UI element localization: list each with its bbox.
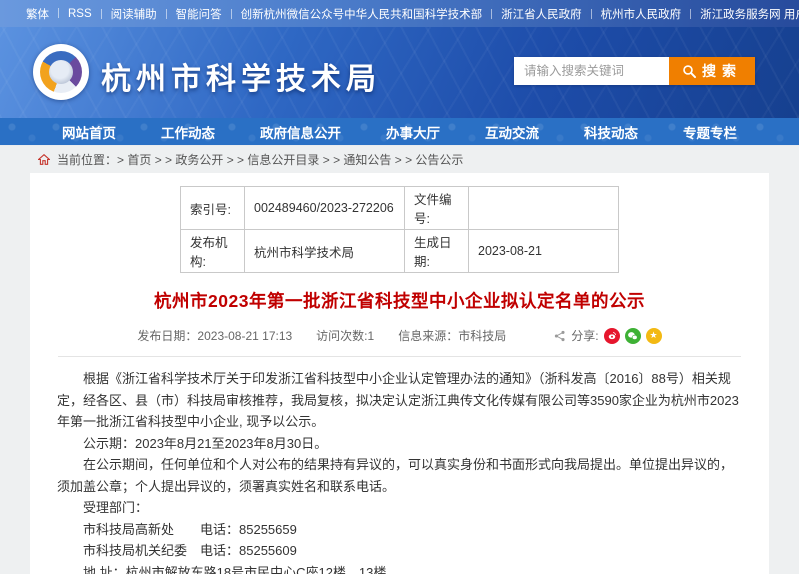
paragraph: 受理部门： bbox=[57, 497, 742, 519]
topbar-link-smart-qa[interactable]: 智能问答 bbox=[157, 6, 222, 22]
share-bar: 分享: ★ bbox=[554, 327, 661, 344]
info-source: 信息来源：市科技局 bbox=[398, 327, 506, 344]
topbar-link-traditional[interactable]: 繁体 bbox=[26, 6, 49, 22]
paragraph: 市科技局机关纪委 电话：85255609 bbox=[57, 540, 742, 562]
site-title[interactable]: 杭州市科学技术局 bbox=[101, 54, 381, 98]
org-label: 发布机构: bbox=[181, 230, 245, 273]
paragraph: 市科技局高新处 电话：85255659 bbox=[57, 519, 742, 541]
nav-item-work-news[interactable]: 工作动态 bbox=[161, 122, 215, 142]
topbar-right-links: 中华人民共和国科学技术部 浙江省人民政府 杭州市人民政府 浙江政务服务网 用户中… bbox=[344, 6, 799, 22]
home-icon[interactable] bbox=[38, 154, 50, 165]
search-button[interactable]: 搜索 bbox=[669, 57, 755, 85]
paragraph: 公示期：2023年8月21至2023年8月30日。 bbox=[57, 433, 742, 455]
paragraph: 在公示期间，任何单位和个人对公布的结果持有异议的，可以真实身份和书面形式向我局提… bbox=[57, 454, 742, 497]
topbar-link-reading-aid[interactable]: 阅读辅助 bbox=[92, 6, 157, 22]
weibo-share-icon[interactable] bbox=[604, 328, 620, 344]
date-value: 2023-08-21 bbox=[469, 230, 619, 273]
file-no-value bbox=[469, 187, 619, 230]
topbar-link-wechat-account[interactable]: 创新杭州微信公众号 bbox=[222, 6, 345, 22]
table-row: 索引号: 002489460/2023-272206 文件编号: bbox=[181, 187, 619, 230]
table-row: 发布机构: 杭州市科学技术局 生成日期: 2023-08-21 bbox=[181, 230, 619, 273]
paragraph: 地 址：杭州市解放东路18号市民中心C座12楼、13楼 bbox=[57, 562, 742, 574]
publish-date: 发布日期：2023-08-21 17:13 bbox=[137, 327, 292, 344]
search-input[interactable] bbox=[514, 57, 669, 85]
top-utility-bar: 繁体 RSS 阅读辅助 智能问答 创新杭州微信公众号 中华人民共和国科学技术部 … bbox=[0, 0, 799, 27]
site-banner: 杭州市科学技术局 搜索 bbox=[0, 27, 799, 118]
share-icon bbox=[554, 330, 566, 342]
index-label: 索引号: bbox=[181, 187, 245, 230]
nav-item-service-hall[interactable]: 办事大厅 bbox=[386, 122, 440, 142]
breadcrumb-trail[interactable]: > 首页 > > 政务公开 > > 信息公开目录 > > 通知公告 > > 公告… bbox=[117, 151, 463, 168]
visit-count: 访问次数:1 bbox=[316, 327, 374, 344]
breadcrumb-label: 当前位置： bbox=[57, 151, 117, 168]
wechat-share-icon[interactable] bbox=[625, 328, 641, 344]
file-no-label: 文件编号: bbox=[405, 187, 469, 230]
site-logo[interactable] bbox=[33, 44, 89, 100]
paragraph: 根据《浙江省科学技术厅关于印发浙江省科技型中小企业认定管理办法的通知》（浙科发高… bbox=[57, 368, 742, 433]
search-icon bbox=[682, 64, 697, 79]
logo-emblem-icon bbox=[40, 51, 82, 93]
nav-item-tech-news[interactable]: 科技动态 bbox=[584, 122, 638, 142]
meta-divider bbox=[58, 356, 741, 357]
index-value: 002489460/2023-272206 bbox=[245, 187, 405, 230]
nav-item-interaction[interactable]: 互动交流 bbox=[485, 122, 539, 142]
nav-item-special-columns[interactable]: 专题专栏 bbox=[683, 122, 737, 142]
org-value: 杭州市科学技术局 bbox=[245, 230, 405, 273]
share-label: 分享: bbox=[571, 327, 598, 344]
topbar-link-rss[interactable]: RSS bbox=[49, 8, 92, 20]
article-body: 根据《浙江省科学技术厅关于印发浙江省科技型中小企业认定管理办法的通知》（浙科发高… bbox=[57, 368, 742, 574]
topbar-left-links: 繁体 RSS 阅读辅助 智能问答 创新杭州微信公众号 bbox=[26, 6, 344, 22]
topbar-link-most[interactable]: 中华人民共和国科学技术部 bbox=[344, 6, 482, 22]
breadcrumb: 当前位置： > 首页 > > 政务公开 > > 信息公开目录 > > 通知公告 … bbox=[0, 146, 799, 173]
topbar-link-hz-gov[interactable]: 杭州市人民政府 bbox=[582, 6, 682, 22]
topbar-link-zj-gov[interactable]: 浙江省人民政府 bbox=[482, 6, 582, 22]
search-bar: 搜索 bbox=[514, 57, 755, 85]
date-label: 生成日期: bbox=[405, 230, 469, 273]
main-nav: 网站首页 工作动态 政府信息公开 办事大厅 互动交流 科技动态 专题专栏 bbox=[0, 118, 799, 146]
search-button-label: 搜索 bbox=[702, 61, 742, 81]
nav-item-home[interactable]: 网站首页 bbox=[62, 122, 116, 142]
qzone-star-share-icon[interactable]: ★ bbox=[646, 328, 662, 344]
article-meta: 发布日期：2023-08-21 17:13 访问次数:1 信息来源：市科技局 分… bbox=[57, 327, 742, 344]
topbar-link-zwfw-usercenter[interactable]: 浙江政务服务网 用户中心 bbox=[681, 6, 799, 22]
doc-info-table: 索引号: 002489460/2023-272206 文件编号: 发布机构: 杭… bbox=[180, 186, 619, 273]
content-card: 索引号: 002489460/2023-272206 文件编号: 发布机构: 杭… bbox=[30, 173, 769, 574]
page-title: 杭州市2023年第一批浙江省科技型中小企业拟认定名单的公示 bbox=[57, 288, 742, 313]
nav-item-gov-info[interactable]: 政府信息公开 bbox=[260, 122, 341, 142]
